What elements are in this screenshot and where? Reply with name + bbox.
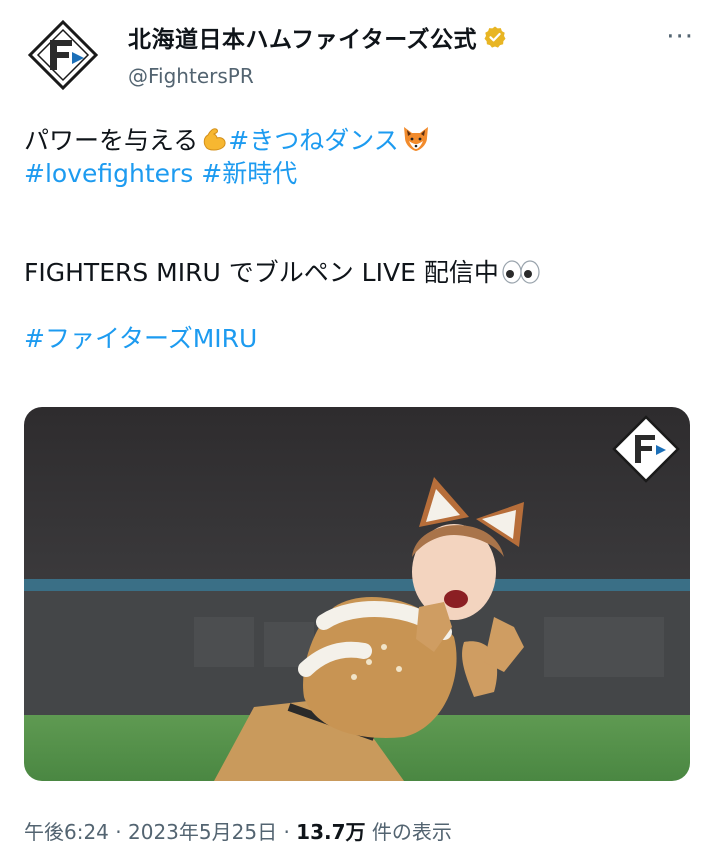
avatar[interactable]	[24, 16, 102, 94]
tweet-text-segment: パワーを与える	[24, 126, 199, 155]
views-count[interactable]: 13.7万	[296, 820, 365, 844]
line-spacer	[24, 223, 684, 256]
hashtag-link[interactable]: #きつねダンス	[228, 126, 398, 155]
account-name-block: 北海道日本ハムファイターズ公式 @FightersPR	[128, 20, 507, 88]
more-options-button[interactable]: ···	[666, 22, 694, 52]
tweet-line-4: #ファイターズMIRU	[24, 322, 684, 355]
tweet-media[interactable]	[24, 407, 690, 781]
tweet-line-3: FIGHTERS MIRU でブルペン LIVE 配信中	[24, 256, 684, 289]
eyes-icon	[502, 260, 540, 284]
display-name[interactable]: 北海道日本ハムファイターズ公式	[128, 20, 507, 54]
tweet-time[interactable]: 午後6:24	[24, 820, 109, 844]
account-handle[interactable]: @FightersPR	[128, 64, 507, 88]
hashtag-link[interactable]: #lovefighters	[24, 159, 193, 188]
views-label: 件の表示	[371, 820, 452, 844]
tweet-date[interactable]: 2023年5月25日	[128, 820, 277, 844]
meta-separator: ·	[283, 820, 290, 844]
fox-dance-performer-image	[24, 407, 690, 781]
display-name-text[interactable]: 北海道日本ハムファイターズ公式	[128, 20, 477, 54]
tweet-text: パワーを与える #きつねダンス #lovefighters #新時代 FIGHT…	[24, 124, 684, 355]
hashtag-link[interactable]: #ファイターズMIRU	[24, 324, 257, 353]
meta-separator: ·	[115, 820, 122, 844]
flexed-biceps-icon	[204, 128, 226, 151]
tweet-header: 北海道日本ハムファイターズ公式 @FightersPR ···	[24, 14, 694, 94]
verified-badge-icon	[484, 26, 506, 48]
hashtag-link[interactable]: #新時代	[201, 159, 297, 188]
line-spacer	[24, 190, 684, 223]
fighters-logo-icon	[27, 19, 99, 91]
tweet-line-2: #lovefighters #新時代	[24, 157, 684, 190]
line-spacer	[24, 289, 684, 322]
tweet-text-segment: FIGHTERS MIRU でブルペン LIVE 配信中	[24, 258, 499, 287]
tweet-line-1: パワーを与える #きつねダンス	[24, 124, 684, 157]
tweet-meta: 午後6:24 · 2023年5月25日 · 13.7万 件の表示	[24, 816, 452, 845]
fox-face-icon	[403, 127, 428, 151]
